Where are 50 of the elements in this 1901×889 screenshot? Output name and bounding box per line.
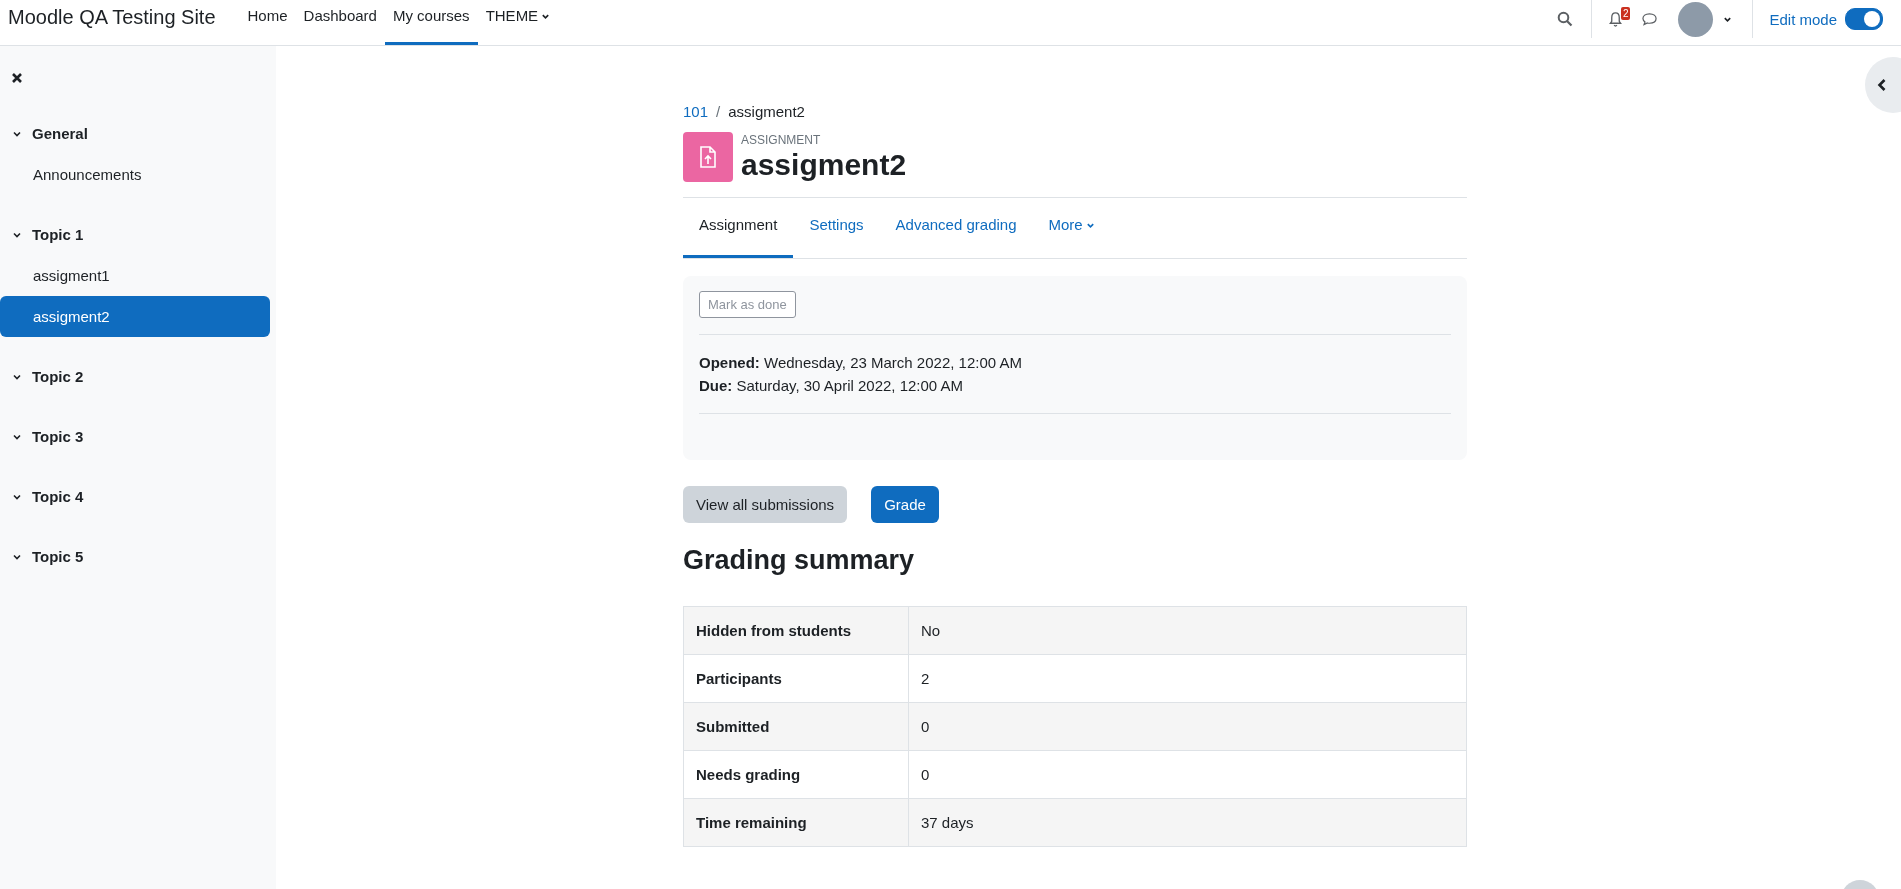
table-header-cell: Time remaining xyxy=(683,798,909,847)
nav-link[interactable]: My courses xyxy=(384,0,478,45)
sidebar-item[interactable]: Announcements xyxy=(0,154,270,195)
submissions-button[interactable]: View all submissions xyxy=(683,486,848,523)
section-header[interactable]: Topic 4 xyxy=(0,476,276,517)
nav-link[interactable]: Dashboard xyxy=(295,0,385,45)
close-icon[interactable] xyxy=(11,72,23,84)
activity-type: ASSIGNMENT xyxy=(741,133,822,147)
speech-bubble-icon[interactable] xyxy=(1641,11,1659,27)
grade-button[interactable]: Grade xyxy=(871,486,939,523)
file-upload-icon xyxy=(683,132,733,182)
table-header-cell: Needs grading xyxy=(683,750,909,799)
tab[interactable]: Assignment xyxy=(683,198,794,258)
table-cell: 2 xyxy=(908,654,1467,703)
breadcrumb-item[interactable]: 101 xyxy=(683,103,709,120)
tab[interactable]: Advanced grading xyxy=(879,198,1033,258)
caret-icon xyxy=(1085,221,1095,230)
section-header[interactable]: Topic 2 xyxy=(0,356,276,397)
table-header-cell: Submitted xyxy=(683,702,909,751)
nav-link[interactable]: Home xyxy=(239,0,296,45)
notification-count: 2 xyxy=(1620,6,1631,20)
table-cell: 0 xyxy=(908,702,1467,751)
table-cell: No xyxy=(908,606,1467,655)
section-header[interactable]: Topic 3 xyxy=(0,416,276,457)
date-line: Opened: Wednesday, 23 March 2022, 12:00 AM xyxy=(699,353,1023,373)
table-header-cell: Hidden from students xyxy=(683,606,909,655)
tab[interactable]: More xyxy=(1032,198,1111,258)
bell-icon[interactable] xyxy=(1608,10,1624,28)
sidebar-item[interactable]: assigment1 xyxy=(0,255,270,296)
section-heading: Grading summary xyxy=(683,545,916,576)
breadcrumb-item[interactable]: assigment2 xyxy=(728,103,805,120)
table-header-cell: Participants xyxy=(683,654,909,703)
caret-icon xyxy=(541,12,551,21)
page-title: assigment2 xyxy=(741,147,907,183)
chevron-left-icon xyxy=(1877,78,1887,92)
edit-mode-label[interactable]: Edit mode xyxy=(1769,10,1837,28)
table-cell: 37 days xyxy=(908,798,1467,847)
site-name[interactable]: Moodle QA Testing Site xyxy=(0,0,216,45)
nav-link[interactable]: THEME xyxy=(477,0,559,45)
search-icon[interactable] xyxy=(1557,11,1574,27)
section-header[interactable]: Topic 1 xyxy=(0,214,276,255)
section-header[interactable]: Topic 5 xyxy=(0,536,276,577)
section-header[interactable]: General xyxy=(0,113,276,154)
breadcrumb-separator: / xyxy=(716,103,721,120)
date-line: Due: Saturday, 30 April 2022, 12:00 AM xyxy=(699,376,965,396)
table-cell: 0 xyxy=(908,750,1467,799)
tab[interactable]: Settings xyxy=(793,198,880,258)
sidebar-item[interactable]: assigment2 xyxy=(0,296,270,337)
avatar-circle[interactable] xyxy=(1678,1,1714,37)
edit-mode-toggle[interactable] xyxy=(1845,8,1883,30)
